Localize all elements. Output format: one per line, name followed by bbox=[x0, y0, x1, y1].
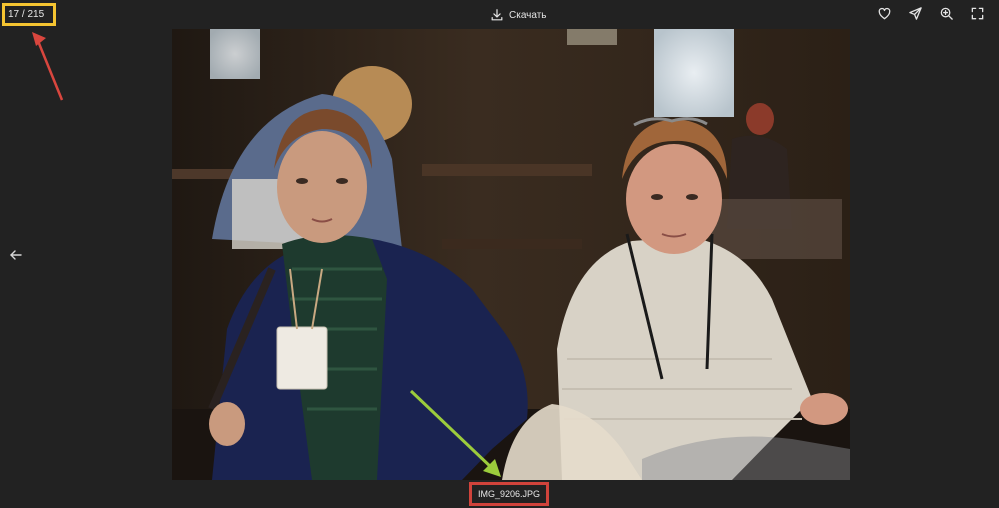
photo-filename: IMG_9206.JPG bbox=[469, 482, 549, 506]
fullscreen-button[interactable] bbox=[970, 6, 985, 21]
annotation-arrow-red bbox=[32, 32, 64, 101]
fullscreen-icon bbox=[971, 7, 984, 20]
download-icon bbox=[491, 9, 503, 21]
photo-counter: 17 / 215 bbox=[2, 3, 56, 26]
viewer-toolbar bbox=[877, 6, 985, 21]
zoom-in-icon bbox=[940, 7, 953, 20]
zoom-button[interactable] bbox=[939, 6, 954, 21]
favorite-button[interactable] bbox=[877, 6, 892, 21]
download-button[interactable]: Скачать bbox=[490, 6, 547, 24]
photo-image bbox=[172, 29, 850, 480]
share-button[interactable] bbox=[908, 6, 923, 21]
photo-viewer-image[interactable] bbox=[172, 29, 850, 480]
download-label: Скачать bbox=[509, 9, 547, 21]
arrow-left-icon bbox=[10, 250, 22, 260]
send-icon bbox=[909, 7, 922, 20]
heart-icon bbox=[878, 7, 891, 20]
previous-photo-button[interactable] bbox=[8, 247, 24, 263]
